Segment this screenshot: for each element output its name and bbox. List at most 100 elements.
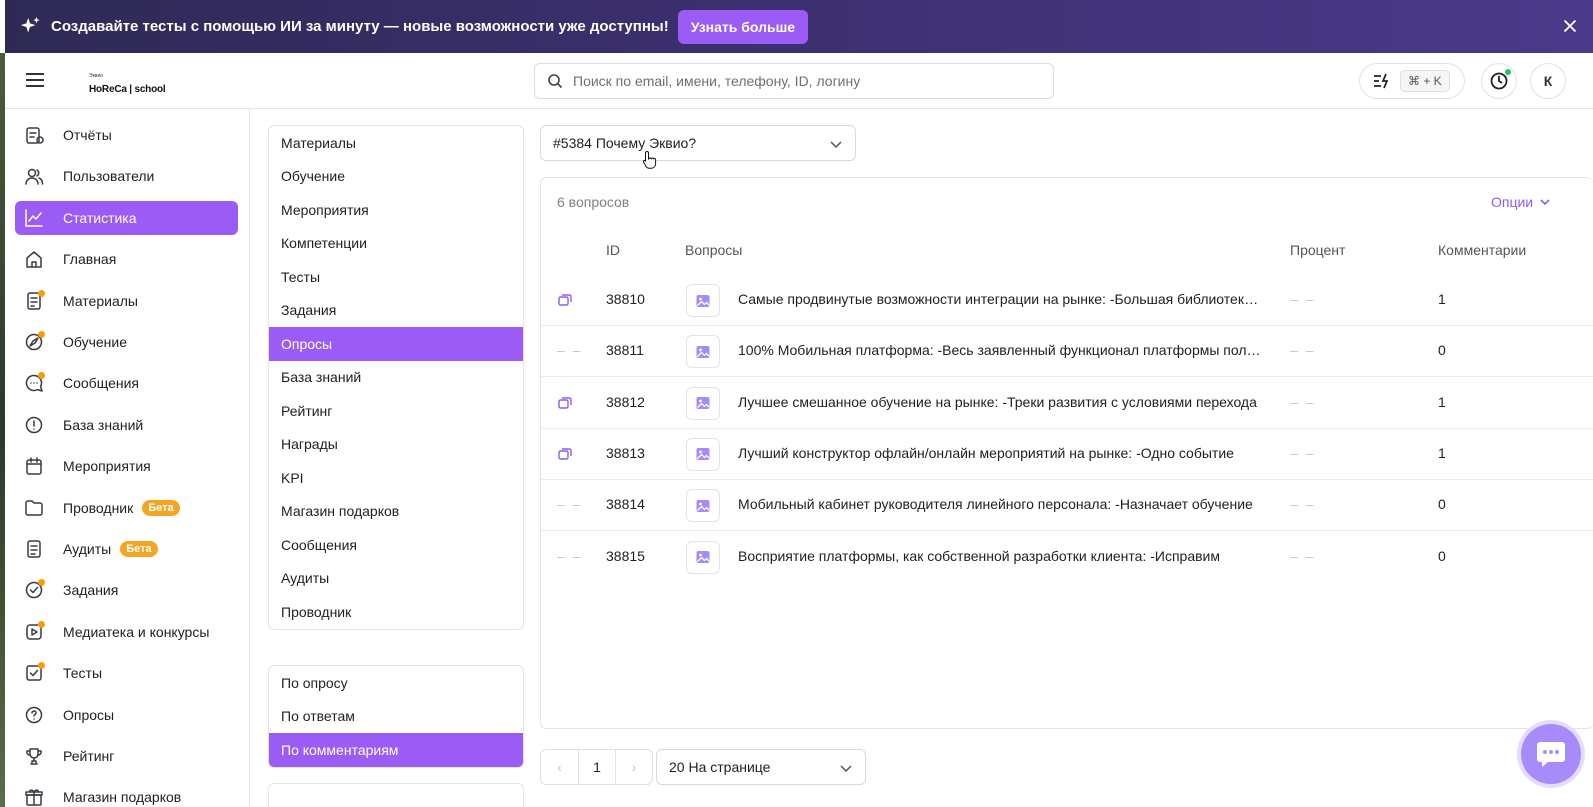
image-thumbnail[interactable] <box>686 489 720 523</box>
menu-item[interactable]: Награды <box>269 428 523 462</box>
sidebar-item[interactable]: Главная <box>15 242 238 276</box>
hand-cursor-icon <box>642 150 657 169</box>
activity-button[interactable] <box>1481 63 1517 99</box>
sidebar-item[interactable]: Магазин подарков <box>15 780 238 807</box>
close-icon[interactable] <box>1559 15 1581 37</box>
column-header-id[interactable]: ID <box>606 242 620 258</box>
table-row[interactable]: 38810 Самые продвинутые возможности интег… <box>541 275 1593 326</box>
survey-select[interactable]: #5384 Почему Эквио? <box>540 125 856 161</box>
menu-item[interactable]: По ответам <box>269 700 523 734</box>
question-text[interactable]: Лучший конструктор офлайн/онлайн меропри… <box>738 445 1261 461</box>
table-row[interactable]: 38813 Лучший конструктор офлайн/онлайн ме… <box>541 429 1593 480</box>
chevron-down-icon <box>840 765 852 773</box>
beta-badge: Бета <box>142 499 180 516</box>
question-text[interactable]: 100% Мобильная платформа: -Весь заявленн… <box>738 342 1261 358</box>
extra-menu <box>268 783 524 807</box>
question-id: 38813 <box>606 444 645 461</box>
table-row[interactable]: – – 38815 Восприятие платформы, как собств… <box>541 532 1593 583</box>
sidebar-item-label: Проводник <box>63 499 134 516</box>
sidebar-item[interactable]: Пользователи <box>15 159 238 193</box>
survey-icon <box>24 705 44 725</box>
avatar[interactable]: К <box>1530 63 1566 99</box>
logo-small-text: Эквио <box>89 73 104 79</box>
report-type-menu: По опросу По ответам По комментариям <box>268 665 524 768</box>
menu-icon[interactable] <box>25 71 45 89</box>
image-thumbnail[interactable] <box>686 284 720 317</box>
sidebar-item[interactable]: Материалы <box>15 284 238 318</box>
menu-item[interactable]: Тесты <box>269 260 523 294</box>
sidebar-item-label: Сообщения <box>63 375 139 392</box>
announcement-banner: Создавайте тесты с помощью ИИ за минуту … <box>5 0 1593 53</box>
menu-item[interactable]: Магазин подарков <box>269 495 523 529</box>
question-text[interactable]: Самые продвинутые возможности интеграции… <box>738 291 1261 307</box>
search-input[interactable] <box>573 73 1033 89</box>
sidebar-item[interactable]: Мероприятия <box>15 449 238 483</box>
question-text[interactable]: Восприятие платформы, как собственной ра… <box>738 548 1261 564</box>
column-header-percent[interactable]: Процент <box>1290 242 1345 258</box>
notification-dot <box>38 331 45 338</box>
question-text[interactable]: Мобильный кабинет руководителя линейного… <box>738 496 1261 512</box>
percent-value: – – <box>1290 291 1316 307</box>
users-icon <box>24 166 44 186</box>
next-page-button[interactable]: › <box>615 750 652 784</box>
folder-icon <box>24 498 44 518</box>
survey-select-value: #5384 Почему Эквио? <box>553 135 697 151</box>
comments-count: 0 <box>1438 342 1446 359</box>
sidebar-item[interactable]: Задания <box>15 573 238 607</box>
column-header-comments[interactable]: Комментарии <box>1438 242 1526 258</box>
page-number-button[interactable]: 1 <box>578 750 615 784</box>
image-thumbnail[interactable] <box>686 437 720 471</box>
quick-actions-button[interactable]: ⌘ + K <box>1359 63 1465 99</box>
copies-icon[interactable] <box>558 293 572 307</box>
image-thumbnail[interactable] <box>686 540 720 574</box>
sidebar-item[interactable]: Проводник Бета <box>15 491 238 525</box>
table-row[interactable]: – – 38814 Мобильный кабинет руководителя л… <box>541 480 1593 532</box>
logo[interactable]: Эквио HoReCa | school <box>89 73 166 97</box>
menu-item[interactable]: Обучение <box>269 160 523 194</box>
menu-item[interactable]: Рейтинг <box>269 394 523 428</box>
sidebar-item-label: Задания <box>63 582 119 599</box>
menu-item[interactable]: По комментариям <box>269 733 523 767</box>
menu-item[interactable]: Проводник <box>269 595 523 629</box>
menu-item[interactable]: Аудиты <box>269 562 523 596</box>
menu-item[interactable]: Материалы <box>269 126 523 160</box>
image-thumbnail[interactable] <box>686 386 720 420</box>
image-thumbnail[interactable] <box>686 335 720 369</box>
sidebar-item[interactable]: Обучение <box>15 325 238 359</box>
table-row[interactable]: 38812 Лучшее смешанное обучение на рынке:… <box>541 378 1593 429</box>
prev-page-button[interactable]: ‹ <box>541 750 578 784</box>
menu-item[interactable]: Опросы <box>269 327 523 361</box>
per-page-select[interactable]: 20 На странице <box>656 749 866 785</box>
sidebar-item[interactable]: Тесты <box>15 656 238 690</box>
questions-panel: 6 вопросов Опции ID Вопросы Процент Комм… <box>540 177 1593 729</box>
sidebar-item[interactable]: Рейтинг <box>15 739 238 773</box>
sidebar-item-label: Статистика <box>63 209 137 226</box>
sidebar-item[interactable]: Отчёты <box>15 118 238 152</box>
search-box[interactable] <box>534 63 1054 99</box>
menu-item[interactable]: Мероприятия <box>269 193 523 227</box>
menu-item[interactable]: База знаний <box>269 361 523 395</box>
trophy-icon <box>24 746 44 766</box>
column-header-questions[interactable]: Вопросы <box>685 242 742 258</box>
task-icon <box>24 579 45 600</box>
copies-icon[interactable] <box>558 447 572 461</box>
image-icon <box>696 448 710 461</box>
question-text[interactable]: Лучшее смешанное обучение на рынке: -Тре… <box>738 394 1261 410</box>
sidebar-item[interactable]: Статистика <box>15 200 238 235</box>
learn-more-button[interactable]: Узнать больше <box>677 9 809 44</box>
table-row[interactable]: – – 38811 100% Мобильная платформа: -Весь … <box>541 326 1593 378</box>
menu-item[interactable]: Компетенции <box>269 227 523 261</box>
options-button[interactable]: Опции <box>1491 194 1551 210</box>
sidebar-item[interactable]: Сообщения <box>15 366 238 400</box>
menu-item[interactable]: По опросу <box>269 666 523 700</box>
sidebar-item[interactable]: Медиатека и конкурсы <box>15 615 238 649</box>
sidebar-item[interactable]: Опросы <box>15 698 238 732</box>
menu-item[interactable]: KPI <box>269 461 523 495</box>
menu-item[interactable]: Задания <box>269 294 523 328</box>
sidebar-item[interactable]: База знаний <box>15 408 238 442</box>
chat-button[interactable] <box>1521 724 1581 784</box>
copies-icon[interactable] <box>558 396 572 410</box>
sidebar-item[interactable]: Аудиты Бета <box>15 532 238 566</box>
menu-item[interactable]: Сообщения <box>269 528 523 562</box>
image-icon <box>696 294 710 307</box>
